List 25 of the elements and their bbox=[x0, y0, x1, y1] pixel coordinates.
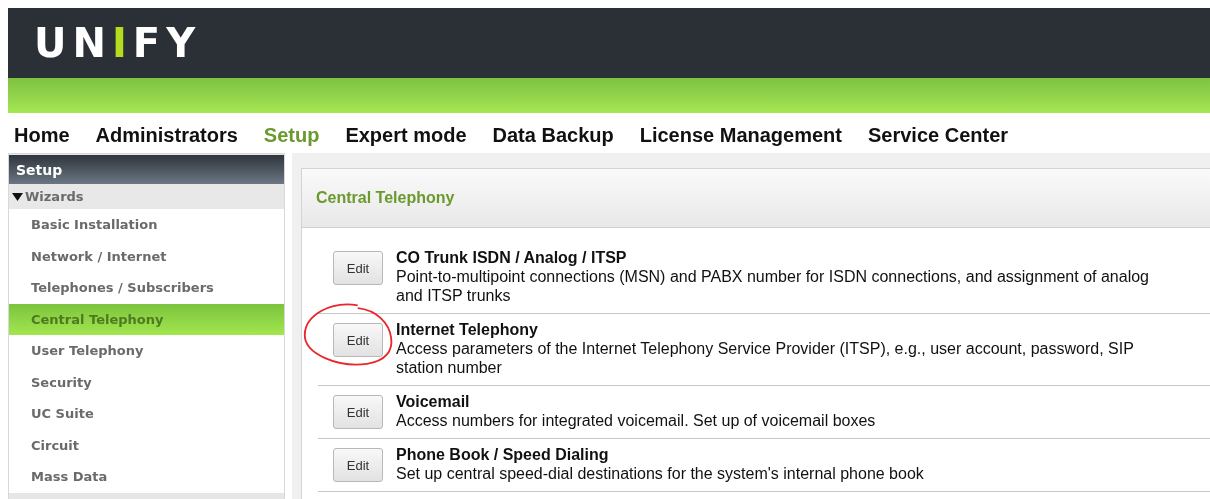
sidebar-title: Setup bbox=[9, 155, 284, 184]
row-title: Voicemail bbox=[396, 392, 471, 411]
edit-button[interactable]: Edit bbox=[333, 251, 383, 285]
panel-title: Central Telephony bbox=[316, 189, 455, 207]
row-title: Internet Telephony bbox=[396, 320, 539, 339]
edit-button[interactable]: Edit bbox=[333, 395, 383, 429]
nav-link[interactable]: Expert mode bbox=[345, 119, 467, 153]
group-label: Wizards bbox=[25, 189, 84, 204]
nav-link[interactable]: Setup bbox=[263, 119, 320, 153]
nav-link[interactable]: License Management bbox=[639, 119, 842, 153]
row-description: Access numbers for integrated voicemail. Set up of voicemail boxes bbox=[396, 411, 876, 430]
row-title: Phone Book / Speed Dialing bbox=[396, 445, 610, 464]
nav-link[interactable]: Home bbox=[14, 119, 70, 153]
logo: UN I FY bbox=[34, 23, 202, 63]
triangle-icon bbox=[12, 192, 23, 201]
nav-link[interactable]: Data Backup bbox=[492, 119, 614, 153]
nav-link[interactable]: Service Center bbox=[868, 119, 1009, 153]
sidebar-item[interactable]: Central Telephony bbox=[9, 303, 284, 335]
row-title: CO Trunk ISDN / Analog / ITSP bbox=[396, 248, 628, 267]
row-description: Point-to-multipoint connections (MSN) and PABX number for ISDN connections, and assignment of analog and ITSP trunks bbox=[396, 267, 1150, 305]
row-description: Access parameters of the Internet Telephony Service Provider (ITSP), e.g., user account, password, SIP station number bbox=[396, 339, 1135, 377]
edit-button[interactable]: Edit bbox=[333, 448, 383, 482]
row-description: Set up central speed-dial destinations for the system's internal phone book bbox=[396, 464, 924, 483]
edit-button[interactable]: Edit bbox=[333, 323, 383, 357]
nav-link[interactable]: Administrators bbox=[95, 119, 238, 153]
